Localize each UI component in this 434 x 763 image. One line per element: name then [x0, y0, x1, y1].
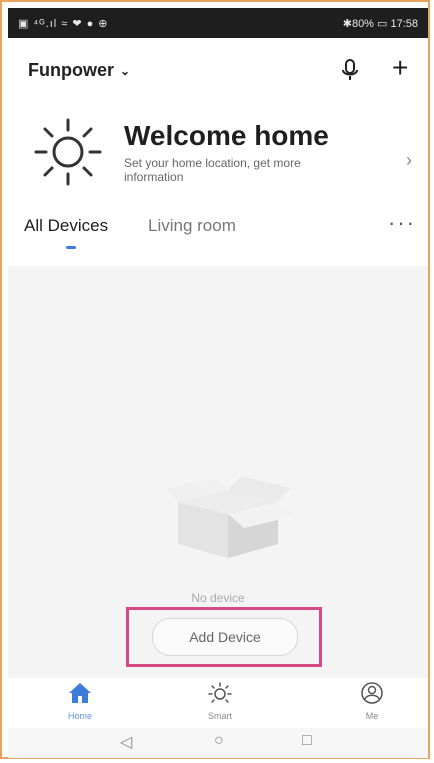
welcome-subtitle: Set your home location, get more informa… — [124, 156, 301, 184]
back-icon[interactable]: ◁ — [120, 732, 132, 752]
tab-living-room[interactable]: Living room — [148, 216, 236, 236]
welcome-card[interactable]: Welcome home Set your home location, get… — [8, 106, 428, 206]
chevron-right-icon[interactable]: › — [406, 150, 412, 171]
chevron-down-icon: ⌄ — [120, 64, 131, 79]
recent-apps-icon[interactable]: □ — [302, 732, 312, 750]
bottom-tab-bar: Home Smart Me — [8, 678, 428, 728]
sun-icon — [34, 118, 102, 186]
empty-state: No device Add Device — [8, 266, 428, 678]
add-device-button[interactable]: Add Device — [152, 618, 298, 656]
android-nav-bar: ◁ ○ □ — [8, 728, 428, 758]
home-icon — [69, 683, 91, 703]
home-selector[interactable]: Funpower ⌄ — [28, 60, 130, 81]
home-name-label: Funpower — [28, 60, 114, 80]
tabbar-me-label: Me — [365, 711, 379, 721]
active-tab-indicator — [66, 246, 76, 249]
sun-icon — [208, 682, 232, 703]
more-icon[interactable]: ··· — [388, 210, 416, 236]
welcome-title: Welcome home — [124, 120, 329, 151]
add-icon[interactable]: + — [392, 54, 408, 82]
tabbar-home[interactable]: Home — [40, 682, 120, 721]
tabbar-smart[interactable]: Smart — [180, 682, 260, 721]
user-icon — [361, 682, 383, 704]
app-container: Funpower ⌄ + Welcome home Set your home l… — [8, 38, 428, 758]
status-icons: ▣ ⁴ᴳ.ıl ≈ ❤ ● ⊕ — [18, 17, 109, 30]
microphone-icon[interactable] — [340, 58, 360, 82]
tabbar-me[interactable]: Me — [332, 682, 412, 721]
status-right-text: ✱80% ▭ 17:58 — [342, 17, 418, 30]
no-device-message: No device — [191, 591, 245, 605]
empty-box-illustration — [166, 476, 294, 558]
status-bar: ▣ ⁴ᴳ.ıl ≈ ❤ ● ⊕ ✱80% ▭ 17:58 — [8, 8, 428, 38]
status-right: ✱80% ▭ 17:58 — [343, 17, 418, 30]
header: Funpower ⌄ + — [8, 38, 428, 106]
home-circle-icon[interactable]: ○ — [214, 732, 224, 750]
tabbar-smart-label: Smart — [207, 711, 232, 721]
tab-all-devices[interactable]: All Devices — [24, 216, 108, 236]
tabbar-home-label: Home — [67, 711, 92, 721]
room-tabs: All Devices Living room ··· — [8, 206, 428, 266]
